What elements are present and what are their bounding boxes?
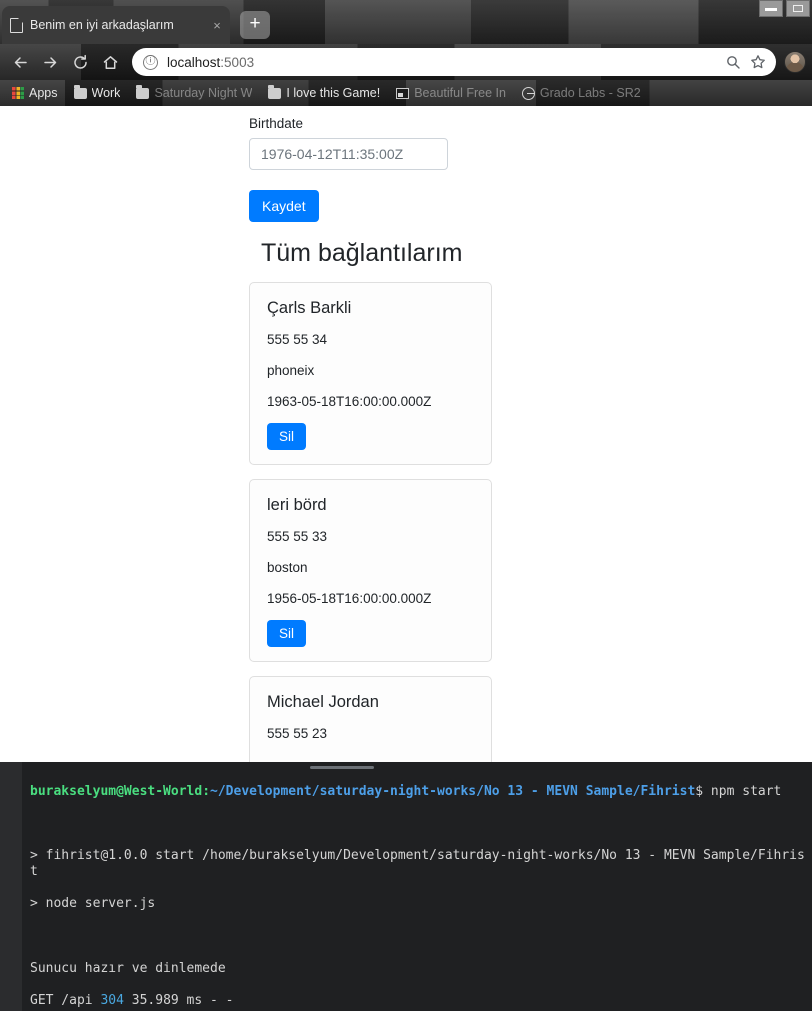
status-badge: 304	[100, 992, 124, 1008]
terminal-get-method: GET /api	[30, 992, 101, 1008]
contact-name: Michael Jordan	[267, 693, 379, 712]
url-port: :5003	[220, 54, 255, 70]
terminal-get-timing: 35.989 ms - -	[123, 992, 234, 1008]
site-info-icon[interactable]: ⓘ	[143, 54, 158, 70]
reload-icon[interactable]	[66, 48, 94, 76]
photo-icon	[396, 87, 410, 99]
close-icon[interactable]: ×	[210, 18, 224, 33]
contact-phone: 555 55 33	[267, 529, 328, 545]
terminal-prompt-user: burakselyum@West-World	[30, 784, 203, 800]
terminal-prompt-command: $ npm start	[695, 784, 782, 800]
address-bar[interactable]: ⓘ localhost:5003	[132, 48, 776, 76]
terminal-line-start-node: > node server.js	[30, 896, 156, 912]
folder-icon	[268, 84, 282, 99]
bookmark-label: Beautiful Free In	[414, 86, 506, 100]
new-tab-button[interactable]: +	[240, 11, 270, 39]
contact-birthdate: 1956-05-18T16:00:00.000Z	[267, 591, 432, 607]
avatar[interactable]	[784, 51, 806, 73]
bookmark-label: Work	[91, 86, 121, 100]
back-arrow-icon[interactable]	[6, 48, 34, 76]
terminal-output: burakselyum@West-World:~/Development/sat…	[30, 768, 812, 1011]
contact-card: leri börd 555 55 33 boston 1956-05-18T16…	[249, 479, 492, 663]
web-page-content: Birthdate 1976-04-12T11:35:00Z Kaydet Tü…	[0, 106, 812, 762]
contact-city: phoneix	[267, 363, 315, 379]
grado-logo-icon	[521, 86, 535, 100]
contact-name: leri börd	[267, 496, 327, 515]
bookmark-item-i-love-this-game[interactable]: I love this Game!	[260, 82, 388, 104]
terminal-line-ready: Sunucu hazır ve dinlemede	[30, 960, 226, 976]
bookmark-item-work[interactable]: Work	[66, 82, 129, 104]
window-controls	[759, 0, 810, 17]
birthdate-input[interactable]: 1976-04-12T11:35:00Z	[249, 138, 448, 170]
terminal-line-start-pkg: > fihrist@1.0.0 start /home/burakselyum/…	[30, 848, 805, 880]
home-icon[interactable]	[96, 48, 124, 76]
contact-phone: 555 55 34	[267, 332, 328, 348]
bookmark-item-apps[interactable]: Apps	[4, 82, 66, 104]
terminal-prompt-line: burakselyum@West-World:~/Development/sat…	[30, 784, 812, 800]
contact-birthdate: 1963-05-18T16:00:00.000Z	[267, 394, 432, 410]
folder-icon	[73, 84, 87, 99]
contact-name: Çarls Barkli	[267, 299, 352, 318]
browser-toolbar: ⓘ localhost:5003	[0, 44, 812, 80]
screen: Benim en iyi arkadaşlarım × + ⓘ localhos…	[0, 0, 812, 1011]
contact-card: Michael Jordan 555 55 23	[249, 676, 492, 762]
terminal-prompt-path: ~/Development/saturday-night-works/No 13…	[210, 784, 696, 800]
birthdate-label: Birthdate	[249, 116, 304, 131]
page-icon	[10, 17, 23, 33]
terminal-left-gutter	[0, 762, 22, 1011]
browser-tab-active[interactable]: Benim en iyi arkadaşlarım ×	[2, 6, 230, 44]
browser-window: Benim en iyi arkadaşlarım × + ⓘ localhos…	[0, 0, 812, 762]
bookmark-label: Grado Labs - SR2	[539, 86, 641, 100]
star-icon[interactable]	[750, 54, 766, 70]
page-container: Birthdate 1976-04-12T11:35:00Z Kaydet Tü…	[249, 116, 549, 762]
search-icon[interactable]	[725, 54, 741, 70]
bookmarks-bar: Apps Work Saturday Night W I love this G…	[0, 80, 812, 106]
maximize-button[interactable]	[786, 0, 810, 17]
browser-titlebar: Benim en iyi arkadaşlarım × +	[0, 0, 812, 44]
contact-phone: 555 55 23	[267, 726, 328, 742]
bookmark-label: I love this Game!	[286, 86, 381, 100]
folder-icon	[136, 84, 150, 99]
bookmark-label: Apps	[29, 86, 58, 100]
save-button[interactable]: Kaydet	[249, 190, 319, 223]
url-host: localhost	[167, 54, 221, 70]
apps-grid-icon	[12, 87, 24, 99]
bookmark-item-grado-labs[interactable]: Grado Labs - SR2	[514, 82, 649, 104]
bookmark-item-saturday-night[interactable]: Saturday Night W	[128, 82, 260, 104]
terminal-line-get-304: GET /api 304 35.989 ms - -	[30, 993, 812, 1009]
delete-button[interactable]: Sil	[267, 620, 307, 648]
bookmark-item-beautiful-free[interactable]: Beautiful Free In	[388, 82, 514, 104]
contact-city: boston	[267, 560, 308, 576]
minimize-button[interactable]	[759, 0, 783, 17]
delete-button[interactable]: Sil	[267, 423, 307, 451]
tab-title: Benim en iyi arkadaşlarım	[30, 18, 174, 32]
terminal-window[interactable]: burakselyum@West-World:~/Development/sat…	[0, 762, 812, 1011]
url-text: localhost:5003	[167, 55, 716, 70]
forward-arrow-icon[interactable]	[36, 48, 64, 76]
page-title: Tüm bağlantılarım	[261, 239, 463, 268]
terminal-prompt-sep: :	[202, 784, 211, 800]
bookmark-label: Saturday Night W	[154, 86, 253, 100]
contact-card: Çarls Barkli 555 55 34 phoneix 1963-05-1…	[249, 282, 492, 466]
